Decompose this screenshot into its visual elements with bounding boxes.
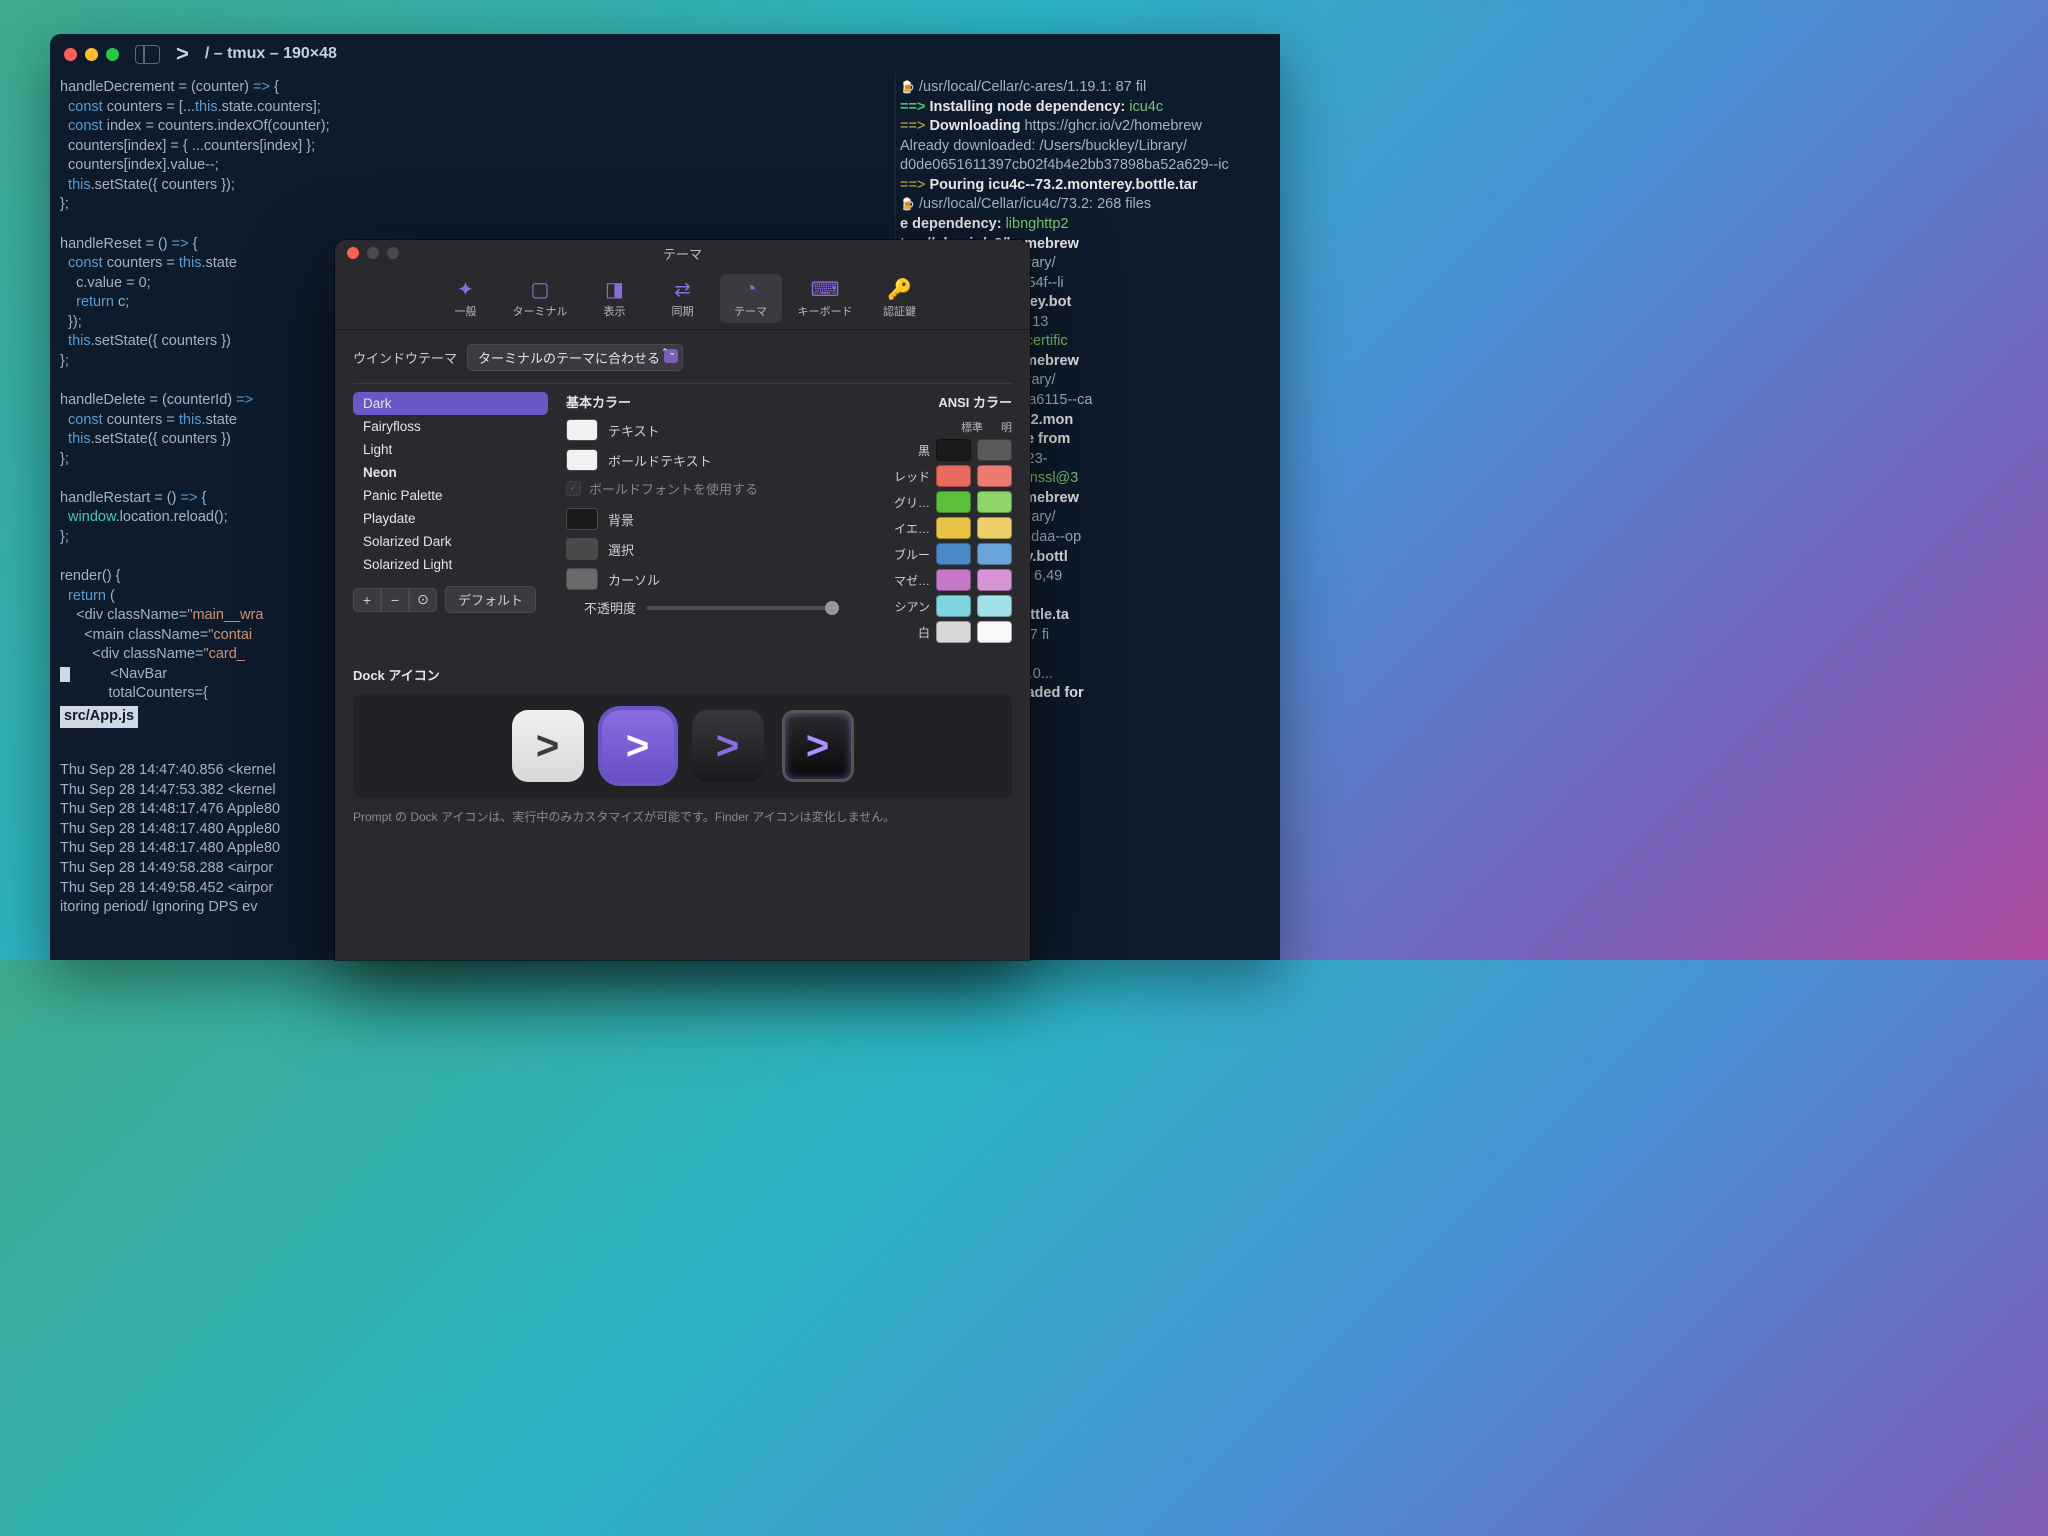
close-button[interactable] bbox=[64, 48, 77, 61]
ansi-swatch[interactable] bbox=[977, 439, 1012, 461]
cursor bbox=[60, 667, 70, 682]
ansi-swatch[interactable] bbox=[977, 595, 1012, 617]
remove-theme-button[interactable]: − bbox=[381, 588, 409, 612]
dock-icon-heading: Dock アイコン bbox=[353, 665, 1012, 684]
ansi-swatch[interactable] bbox=[936, 517, 971, 539]
opacity-slider[interactable] bbox=[646, 606, 839, 610]
bg-color-swatch[interactable] bbox=[566, 508, 598, 530]
window-theme-label: ウインドウテーマ bbox=[353, 348, 457, 367]
theme-item[interactable]: Neon bbox=[353, 461, 548, 484]
titlebar: > / – tmux – 190×48 bbox=[50, 34, 1280, 74]
ansi-swatch[interactable] bbox=[936, 595, 971, 617]
ansi-swatch[interactable] bbox=[977, 517, 1012, 539]
prompt-icon: > bbox=[176, 41, 189, 67]
theme-list[interactable]: DarkFairyflossLightNeonPanic PalettePlay… bbox=[353, 392, 548, 576]
ansi-swatch[interactable] bbox=[936, 491, 971, 513]
prefs-title: テーマ bbox=[335, 244, 1030, 263]
prefs-tab-0[interactable]: ✦一般 bbox=[435, 274, 497, 323]
theme-item[interactable]: Dark bbox=[353, 392, 548, 415]
prefs-tab-1[interactable]: ▢ターミナル bbox=[503, 274, 578, 323]
theme-item[interactable]: Panic Palette bbox=[353, 484, 548, 507]
ansi-swatch[interactable] bbox=[936, 439, 971, 461]
window-theme-select[interactable]: ターミナルのテーマに合わせる bbox=[467, 344, 683, 371]
prefs-tab-2[interactable]: ◨表示 bbox=[584, 274, 646, 323]
dock-icon-picker: > > > > bbox=[353, 694, 1012, 798]
ansi-swatch[interactable] bbox=[977, 543, 1012, 565]
dock-icon-keycap[interactable]: > bbox=[782, 710, 854, 782]
dock-icon-purple[interactable]: > bbox=[602, 710, 674, 782]
theme-item[interactable]: Solarized Light bbox=[353, 553, 548, 576]
selection-color-swatch[interactable] bbox=[566, 538, 598, 560]
cursor-color-swatch[interactable] bbox=[566, 568, 598, 590]
theme-item[interactable]: Solarized Dark bbox=[353, 530, 548, 553]
ansi-swatch[interactable] bbox=[936, 621, 971, 643]
prefs-titlebar: テーマ bbox=[335, 240, 1030, 266]
ansi-swatch[interactable] bbox=[977, 465, 1012, 487]
preferences-window: テーマ ✦一般▢ターミナル◨表示⇄同期◔テーマ⌨キーボード🔑認証鍵 ウインドウテ… bbox=[335, 240, 1030, 960]
zoom-button[interactable] bbox=[106, 48, 119, 61]
theme-item[interactable]: Fairyfloss bbox=[353, 415, 548, 438]
vim-statusbar: src/App.js bbox=[60, 706, 138, 728]
text-color-swatch[interactable] bbox=[566, 419, 598, 441]
traffic-lights bbox=[64, 48, 119, 61]
theme-item[interactable]: Light bbox=[353, 438, 548, 461]
dock-icon-dark[interactable]: > bbox=[692, 710, 764, 782]
ansi-heading: ANSI カラー bbox=[857, 392, 1012, 411]
prefs-toolbar: ✦一般▢ターミナル◨表示⇄同期◔テーマ⌨キーボード🔑認証鍵 bbox=[335, 266, 1030, 330]
dock-icon-light[interactable]: > bbox=[512, 710, 584, 782]
default-button[interactable]: デフォルト bbox=[445, 586, 536, 613]
ansi-swatch[interactable] bbox=[936, 569, 971, 591]
ansi-swatch[interactable] bbox=[977, 569, 1012, 591]
window-title: / – tmux – 190×48 bbox=[205, 45, 337, 63]
prefs-tab-5[interactable]: ⌨キーボード bbox=[788, 274, 863, 323]
dock-note: Prompt の Dock アイコンは、実行中のみカスタマイズが可能です。Fin… bbox=[353, 808, 1012, 826]
prefs-tab-4[interactable]: ◔テーマ bbox=[720, 274, 782, 323]
ansi-swatch[interactable] bbox=[936, 465, 971, 487]
ansi-swatch[interactable] bbox=[936, 543, 971, 565]
minimize-button[interactable] bbox=[85, 48, 98, 61]
theme-item[interactable]: Playdate bbox=[353, 507, 548, 530]
prefs-tab-3[interactable]: ⇄同期 bbox=[652, 274, 714, 323]
prefs-tab-6[interactable]: 🔑認証鍵 bbox=[869, 274, 931, 323]
bold-font-checkbox[interactable]: ✓ bbox=[566, 481, 581, 496]
add-theme-button[interactable]: + bbox=[353, 588, 381, 612]
ansi-swatch[interactable] bbox=[977, 621, 1012, 643]
ansi-swatch[interactable] bbox=[977, 491, 1012, 513]
theme-options-button[interactable]: ⊙ bbox=[409, 588, 437, 612]
sidebar-toggle-icon[interactable] bbox=[135, 45, 160, 64]
basic-colors-heading: 基本カラー bbox=[566, 392, 839, 411]
bold-color-swatch[interactable] bbox=[566, 449, 598, 471]
